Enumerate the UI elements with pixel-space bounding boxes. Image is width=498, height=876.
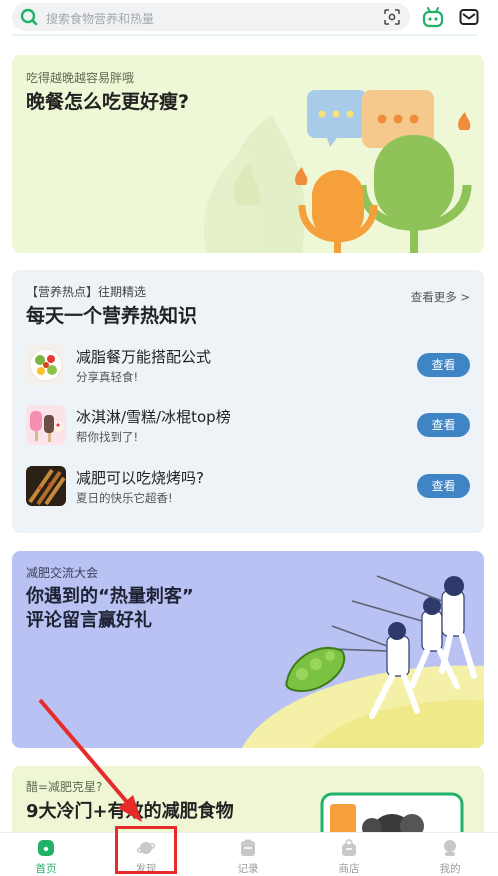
- section-subtitle: 【营养热点】往期精选: [26, 285, 147, 299]
- item-title: 减脂餐万能搭配公式: [76, 348, 212, 366]
- view-button[interactable]: 查看: [417, 413, 470, 437]
- view-button[interactable]: 查看: [417, 474, 470, 498]
- view-button[interactable]: 查看: [417, 353, 470, 377]
- banner-title: 晚餐怎么吃更好瘦?: [26, 91, 190, 113]
- home-icon: [38, 840, 54, 856]
- robot-assistant-icon[interactable]: [422, 6, 444, 28]
- highlight-box-annotation: [115, 826, 177, 874]
- tab-label: 商店: [338, 863, 360, 875]
- banner-title-line2: 评论留言赢好礼: [26, 610, 152, 631]
- tab-record[interactable]: 记录: [198, 833, 298, 876]
- see-more-link[interactable]: 查看更多 >: [411, 289, 470, 305]
- tab-label: 我的: [439, 863, 461, 875]
- item-title: 冰淇淋/雪糕/冰棍top榜: [76, 408, 231, 426]
- mail-icon[interactable]: [459, 8, 479, 26]
- tab-profile[interactable]: 我的: [400, 833, 498, 876]
- tab-home[interactable]: 首页: [0, 833, 96, 876]
- search-bar[interactable]: 搜索食物营养和热量: [12, 3, 410, 31]
- list-item[interactable]: 减肥可以吃烧烤吗? 夏日的快乐它超香! 查看: [26, 466, 472, 510]
- scan-icon[interactable]: [384, 9, 400, 25]
- top-bar: 搜索食物营养和热量: [0, 0, 498, 40]
- section-title: 每天一个营养热知识: [26, 305, 198, 327]
- list-item[interactable]: 冰淇淋/雪糕/冰棍top榜 帮你找到了! 查看: [26, 405, 472, 449]
- banner-title-line1: 你遇到的“热量刺客”: [26, 586, 194, 607]
- tab-label: 记录: [237, 863, 259, 875]
- tab-store[interactable]: 商店: [299, 833, 399, 876]
- search-icon: [20, 8, 38, 26]
- nutrition-hot-topics-card: 【营养热点】往期精选 查看更多 > 每天一个营养热知识 减脂餐万能搭配公式 分享…: [12, 270, 484, 533]
- banner-subtitle: 吃得越晚越容易胖哦: [26, 71, 135, 85]
- tab-label: 首页: [35, 863, 57, 875]
- search-placeholder: 搜索食物营养和热量: [46, 12, 155, 26]
- salad-thumbnail: [26, 345, 66, 385]
- bottom-navigation: 首页 发现 记录 商店 我的: [0, 832, 498, 876]
- ice-cream-thumbnail: [26, 405, 66, 445]
- banner-subtitle: 减肥交流大会: [26, 566, 99, 580]
- item-subtitle: 分享真轻食!: [76, 370, 139, 384]
- store-bag-icon: [342, 839, 356, 856]
- record-icon: [241, 839, 255, 856]
- item-subtitle: 帮你找到了!: [76, 430, 139, 444]
- banner-title: 9大冷门+有效的减肥食物: [26, 801, 234, 822]
- profile-icon: [444, 840, 456, 856]
- calorie-assassin-banner[interactable]: 减肥交流大会 你遇到的“热量刺客” 评论留言赢好礼: [12, 551, 484, 748]
- barbecue-thumbnail: [26, 466, 66, 506]
- banner-subtitle: 醋=减肥克星?: [26, 780, 103, 794]
- item-title: 减肥可以吃烧烤吗?: [76, 469, 204, 487]
- top-divider: [12, 34, 478, 36]
- dinner-tips-banner[interactable]: 吃得越晚越容易胖哦 晚餐怎么吃更好瘦?: [12, 55, 484, 253]
- list-item[interactable]: 减脂餐万能搭配公式 分享真轻食! 查看: [26, 345, 472, 389]
- item-subtitle: 夏日的快乐它超香!: [76, 491, 173, 505]
